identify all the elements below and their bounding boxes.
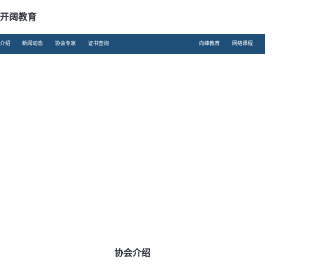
nav-item-news[interactable]: 新闻动态 <box>22 34 43 54</box>
site-logo-text[interactable]: 开阔教育 <box>0 13 37 23</box>
nav-item-experts[interactable]: 协会专家 <box>55 34 76 54</box>
nav-item-online-courses[interactable]: 网络课程 <box>232 34 253 54</box>
main-navbar: 介绍 新闻动态 协会专家 证书查询 向峰教育 网络课程 <box>0 34 265 54</box>
section-title: 协会介绍 <box>114 249 151 259</box>
nav-item-about-partial[interactable]: 介绍 <box>0 34 10 54</box>
nav-item-certificate-search[interactable]: 证书查询 <box>88 34 109 54</box>
main-content: 协会介绍 <box>0 54 265 265</box>
nav-item-partner-education[interactable]: 向峰教育 <box>199 34 220 54</box>
page: 开阔教育 介绍 新闻动态 协会专家 证书查询 向峰教育 网络课程 协会介绍 <box>0 0 265 265</box>
top-header: 开阔教育 <box>0 0 265 34</box>
